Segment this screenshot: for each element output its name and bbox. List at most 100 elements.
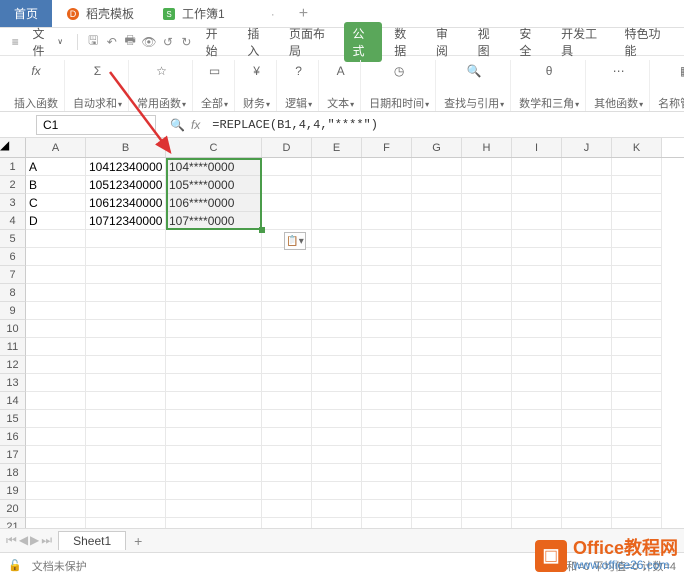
cell[interactable] xyxy=(166,464,262,482)
cell[interactable] xyxy=(462,212,512,230)
row-head[interactable]: 16 xyxy=(0,428,26,446)
cell[interactable] xyxy=(362,428,412,446)
cell[interactable] xyxy=(412,194,462,212)
col-head-C[interactable]: C xyxy=(166,138,262,157)
cell[interactable] xyxy=(312,230,362,248)
menu-layout[interactable]: 页面布局 xyxy=(281,25,340,59)
cell[interactable] xyxy=(512,482,562,500)
cell[interactable] xyxy=(512,266,562,284)
cell[interactable] xyxy=(512,410,562,428)
cell[interactable] xyxy=(86,266,166,284)
col-head-J[interactable]: J xyxy=(562,138,612,157)
cell[interactable] xyxy=(412,428,462,446)
row-head[interactable]: 14 xyxy=(0,392,26,410)
row-head[interactable]: 12 xyxy=(0,356,26,374)
cell[interactable] xyxy=(166,392,262,410)
sheet-nav-next[interactable]: ▶ xyxy=(30,533,39,548)
cell[interactable] xyxy=(166,500,262,518)
cell[interactable] xyxy=(312,248,362,266)
cell[interactable] xyxy=(462,446,512,464)
cell[interactable] xyxy=(26,266,86,284)
zoom-icon[interactable]: 🔍 xyxy=(170,118,185,132)
ribbon-insert-function[interactable]: fx插入函数 xyxy=(8,60,65,111)
col-head-E[interactable]: E xyxy=(312,138,362,157)
cell[interactable] xyxy=(362,500,412,518)
cell[interactable] xyxy=(512,428,562,446)
select-all-corner[interactable]: ◢ xyxy=(0,138,26,157)
cell[interactable] xyxy=(412,320,462,338)
cell[interactable] xyxy=(562,410,612,428)
cell[interactable] xyxy=(26,248,86,266)
preview-icon[interactable]: 👁 xyxy=(141,34,156,50)
tab-add-button[interactable]: + xyxy=(289,0,318,27)
cell[interactable] xyxy=(612,176,662,194)
cell[interactable] xyxy=(412,464,462,482)
cell[interactable] xyxy=(362,374,412,392)
cell[interactable] xyxy=(86,410,166,428)
cell[interactable] xyxy=(86,248,166,266)
cell[interactable] xyxy=(312,176,362,194)
cell[interactable] xyxy=(412,338,462,356)
name-box[interactable]: C1 xyxy=(36,115,156,135)
cell[interactable] xyxy=(362,320,412,338)
cell[interactable] xyxy=(166,230,262,248)
cell[interactable] xyxy=(362,176,412,194)
cell[interactable] xyxy=(362,302,412,320)
cell[interactable] xyxy=(166,248,262,266)
cell[interactable] xyxy=(512,302,562,320)
cell[interactable] xyxy=(462,176,512,194)
cell[interactable] xyxy=(562,464,612,482)
cell[interactable] xyxy=(512,194,562,212)
cell[interactable] xyxy=(86,446,166,464)
cell[interactable] xyxy=(512,392,562,410)
cell[interactable] xyxy=(612,356,662,374)
cell[interactable] xyxy=(262,464,312,482)
row-head[interactable]: 8 xyxy=(0,284,26,302)
col-head-B[interactable]: B xyxy=(86,138,166,157)
cell[interactable] xyxy=(562,428,612,446)
cell[interactable] xyxy=(562,356,612,374)
row-head[interactable]: 7 xyxy=(0,266,26,284)
cell[interactable] xyxy=(262,338,312,356)
fx-label-icon[interactable]: fx xyxy=(191,118,200,132)
cell[interactable] xyxy=(612,194,662,212)
cell[interactable]: 105****0000 xyxy=(166,176,262,194)
cell[interactable] xyxy=(512,500,562,518)
row-head[interactable]: 5 xyxy=(0,230,26,248)
cell[interactable]: 10612340000 xyxy=(86,194,166,212)
redo-icon[interactable]: ↻ xyxy=(179,34,193,50)
cell[interactable] xyxy=(412,410,462,428)
cell[interactable]: A xyxy=(26,158,86,176)
cell[interactable] xyxy=(562,194,612,212)
cell[interactable] xyxy=(166,482,262,500)
cell[interactable] xyxy=(262,446,312,464)
cell[interactable] xyxy=(26,356,86,374)
ribbon-autosum[interactable]: Σ自动求和▾ xyxy=(67,60,129,111)
ribbon-datetime[interactable]: ◷日期和时间▾ xyxy=(363,60,436,111)
cell[interactable] xyxy=(462,158,512,176)
row-head[interactable]: 6 xyxy=(0,248,26,266)
cell[interactable] xyxy=(562,446,612,464)
cell[interactable] xyxy=(86,302,166,320)
cell[interactable] xyxy=(262,500,312,518)
cell[interactable] xyxy=(166,338,262,356)
menu-dev[interactable]: 开发工具 xyxy=(553,25,612,59)
cell[interactable] xyxy=(462,230,512,248)
cell[interactable] xyxy=(612,212,662,230)
cell[interactable] xyxy=(26,464,86,482)
cell[interactable] xyxy=(612,410,662,428)
cell[interactable] xyxy=(612,320,662,338)
cell[interactable]: 10512340000 xyxy=(86,176,166,194)
cell[interactable] xyxy=(362,158,412,176)
col-head-G[interactable]: G xyxy=(412,138,462,157)
cell[interactable] xyxy=(312,428,362,446)
cell[interactable] xyxy=(166,320,262,338)
cell[interactable] xyxy=(86,500,166,518)
cell[interactable] xyxy=(412,302,462,320)
ribbon-lookup[interactable]: 🔍查找与引用▾ xyxy=(438,60,511,111)
sheet-tab[interactable]: Sheet1 xyxy=(58,531,126,550)
cell[interactable] xyxy=(362,392,412,410)
cell[interactable] xyxy=(26,320,86,338)
cell[interactable] xyxy=(26,428,86,446)
cell[interactable] xyxy=(462,320,512,338)
